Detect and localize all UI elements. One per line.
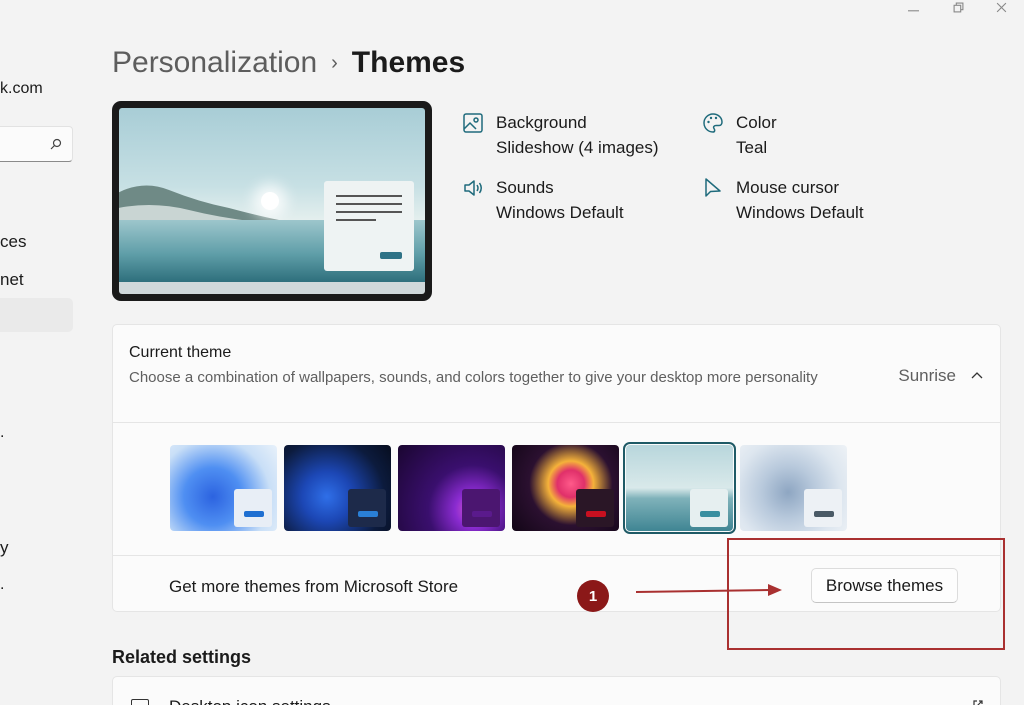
- hill-shape: [119, 185, 279, 228]
- chevron-right-icon: ›: [331, 51, 338, 74]
- theme-list: [170, 442, 847, 534]
- current-theme-value: Sunrise: [898, 366, 956, 385]
- sidebar-fragment: .: [0, 424, 5, 441]
- page-title: Themes: [351, 46, 466, 79]
- search-icon: [50, 138, 62, 150]
- related-settings-item[interactable]: Desktop icon settings: [112, 676, 1001, 705]
- related-item-label: Desktop icon settings: [169, 697, 331, 705]
- sidebar-item-devices[interactable]: ces: [0, 232, 26, 252]
- breadcrumb-parent[interactable]: Personalization: [112, 46, 317, 80]
- sounds-setting[interactable]: Sounds Windows Default: [462, 175, 624, 225]
- restore-icon: [953, 2, 963, 12]
- search-input[interactable]: [0, 126, 73, 162]
- sidebar-item-personalization[interactable]: [0, 298, 73, 332]
- background-title: Background: [496, 113, 587, 132]
- mouse-cursor-value: Windows Default: [736, 203, 864, 222]
- sidebar-item-privacy[interactable]: y: [0, 538, 9, 558]
- color-value: Teal: [736, 138, 768, 157]
- color-title: Color: [736, 113, 777, 132]
- sounds-title: Sounds: [496, 178, 554, 197]
- image-icon: [463, 113, 483, 133]
- cursor-icon: [705, 178, 721, 197]
- account-email: k.com: [0, 80, 43, 97]
- desktop-icon: [131, 699, 149, 705]
- sounds-value: Windows Default: [496, 203, 624, 222]
- sidebar-fragment: .: [0, 576, 5, 593]
- annotation-badge: 1: [577, 580, 609, 612]
- theme-preview: [112, 101, 432, 301]
- preview-window: [324, 181, 414, 271]
- annotation-highlight-box: [727, 538, 1005, 650]
- restore-button[interactable]: [935, 0, 981, 18]
- theme-sunrise[interactable]: [623, 442, 736, 534]
- color-setting[interactable]: Color Teal: [702, 110, 777, 160]
- current-theme-header[interactable]: Current theme Choose a combination of wa…: [113, 325, 1000, 423]
- theme-windows-light[interactable]: [170, 445, 277, 531]
- theme-glow[interactable]: [398, 445, 505, 531]
- mouse-cursor-title: Mouse cursor: [736, 178, 839, 197]
- minimize-icon: [907, 9, 919, 11]
- background-value: Slideshow (4 images): [496, 138, 659, 157]
- theme-captured-motion[interactable]: [512, 445, 619, 531]
- background-setting[interactable]: Background Slideshow (4 images): [462, 110, 659, 160]
- store-text: Get more themes from Microsoft Store: [169, 577, 459, 596]
- current-theme-title: Current theme: [129, 344, 232, 361]
- related-settings-heading: Related settings: [112, 647, 252, 667]
- theme-windows-dark[interactable]: [284, 445, 391, 531]
- speaker-icon: [464, 180, 482, 196]
- mouse-cursor-setting[interactable]: Mouse cursor Windows Default: [702, 175, 864, 225]
- minimize-button[interactable]: [890, 0, 936, 18]
- sidebar-item-network[interactable]: net: [0, 270, 24, 290]
- close-button[interactable]: [978, 0, 1024, 18]
- palette-icon: [703, 113, 723, 133]
- close-icon: [996, 2, 1006, 12]
- external-link-icon: [973, 700, 983, 705]
- chevron-up-icon[interactable]: [970, 369, 984, 383]
- current-theme-description: Choose a combination of wallpapers, soun…: [129, 369, 818, 386]
- breadcrumb: Personalization › Themes: [112, 46, 465, 80]
- theme-flow[interactable]: [740, 445, 847, 531]
